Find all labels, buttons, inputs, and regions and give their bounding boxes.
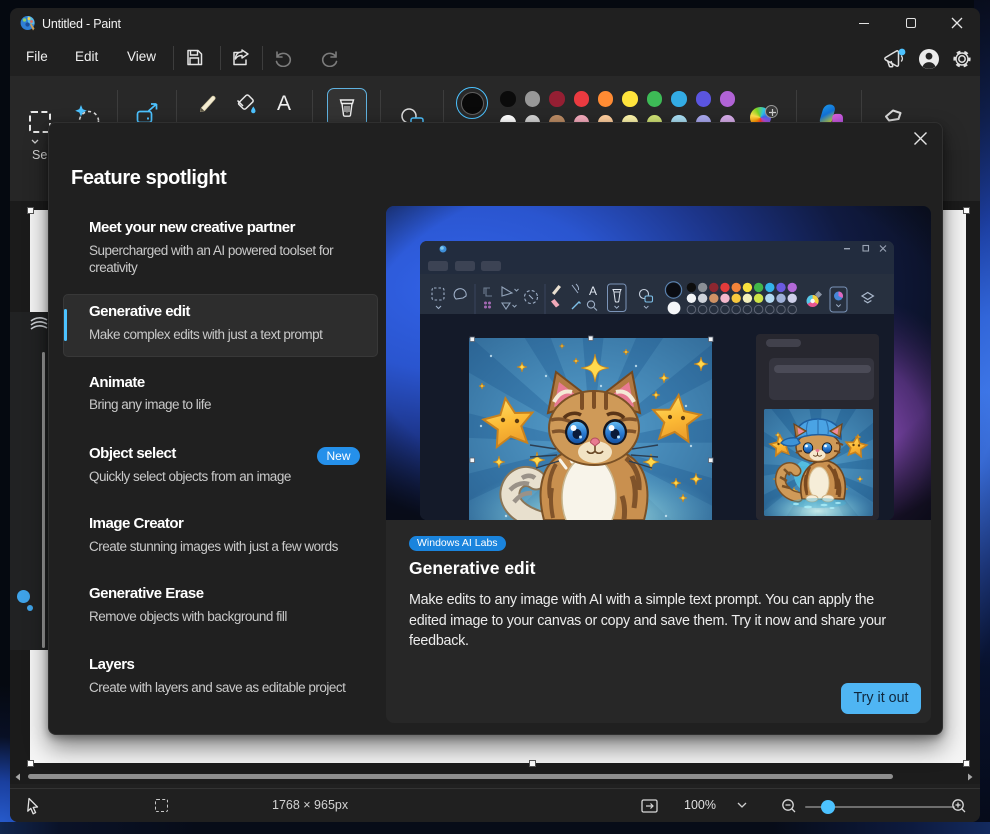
svg-text:A: A	[589, 284, 597, 298]
